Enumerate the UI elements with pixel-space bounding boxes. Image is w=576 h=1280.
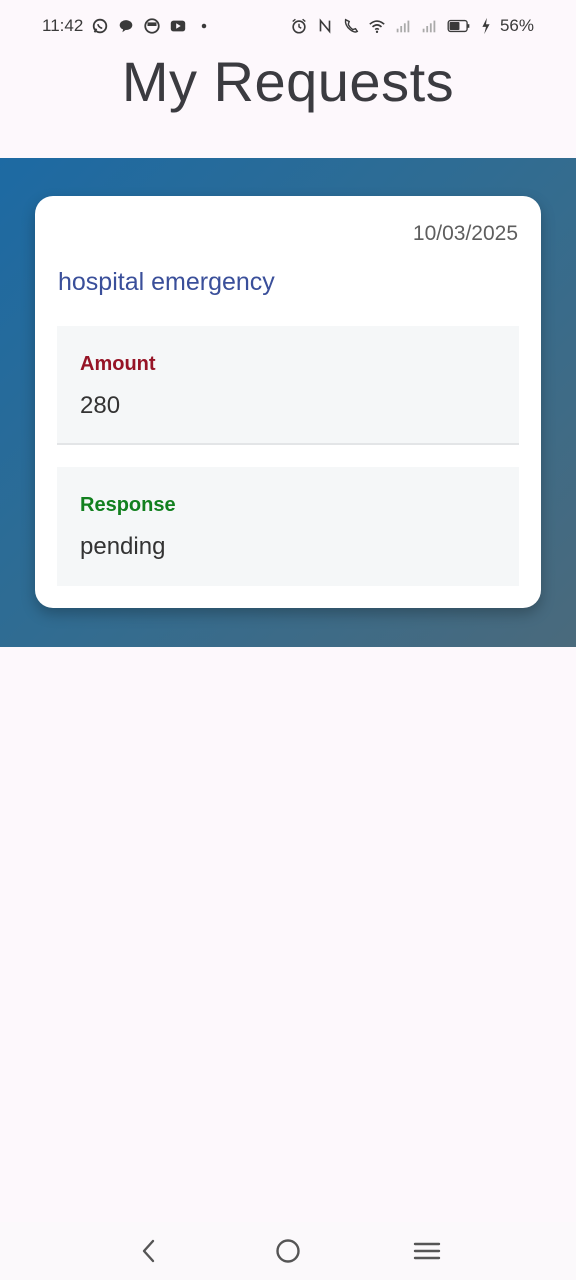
- back-button[interactable]: [129, 1231, 169, 1271]
- menu-button[interactable]: [407, 1231, 447, 1271]
- request-date: 10/03/2025: [412, 222, 518, 245]
- home-icon: [276, 1239, 300, 1263]
- back-icon: [143, 1239, 155, 1263]
- chat-icon: [117, 17, 135, 35]
- amount-value: 280: [80, 392, 121, 419]
- app-icon: [143, 17, 161, 35]
- hero-section: 10/03/2025 hospital emergency Amount 280…: [0, 158, 576, 647]
- navigation-bar: [0, 1222, 576, 1280]
- wifi-icon: [368, 17, 386, 35]
- status-bar: 11:42 56%: [0, 0, 576, 52]
- request-title: hospital emergency: [58, 268, 275, 296]
- whatsapp-icon: [91, 17, 109, 35]
- signal-icon: [394, 17, 412, 35]
- response-field: Response pending: [57, 467, 519, 586]
- request-card[interactable]: 10/03/2025 hospital emergency Amount 280…: [35, 196, 541, 608]
- response-value: pending: [80, 533, 166, 560]
- volte-icon: [342, 17, 360, 35]
- signal-icon: [420, 17, 438, 35]
- alarm-icon: [290, 17, 308, 35]
- status-time: 11:42: [42, 16, 84, 35]
- battery-icon: [446, 17, 472, 35]
- nfc-icon: [316, 17, 334, 35]
- charging-icon: [480, 17, 492, 35]
- page-title: My Requests: [121, 50, 455, 113]
- battery-percent: 56%: [499, 16, 534, 35]
- status-right: 56%: [290, 16, 534, 36]
- menu-icon: [413, 1242, 440, 1260]
- youtube-icon: [169, 17, 187, 35]
- amount-field: Amount 280: [57, 326, 519, 445]
- status-left: 11:42: [42, 16, 213, 36]
- amount-label: Amount: [80, 353, 156, 375]
- home-button[interactable]: [268, 1231, 308, 1271]
- dot-icon: [195, 17, 213, 35]
- response-label: Response: [80, 494, 176, 516]
